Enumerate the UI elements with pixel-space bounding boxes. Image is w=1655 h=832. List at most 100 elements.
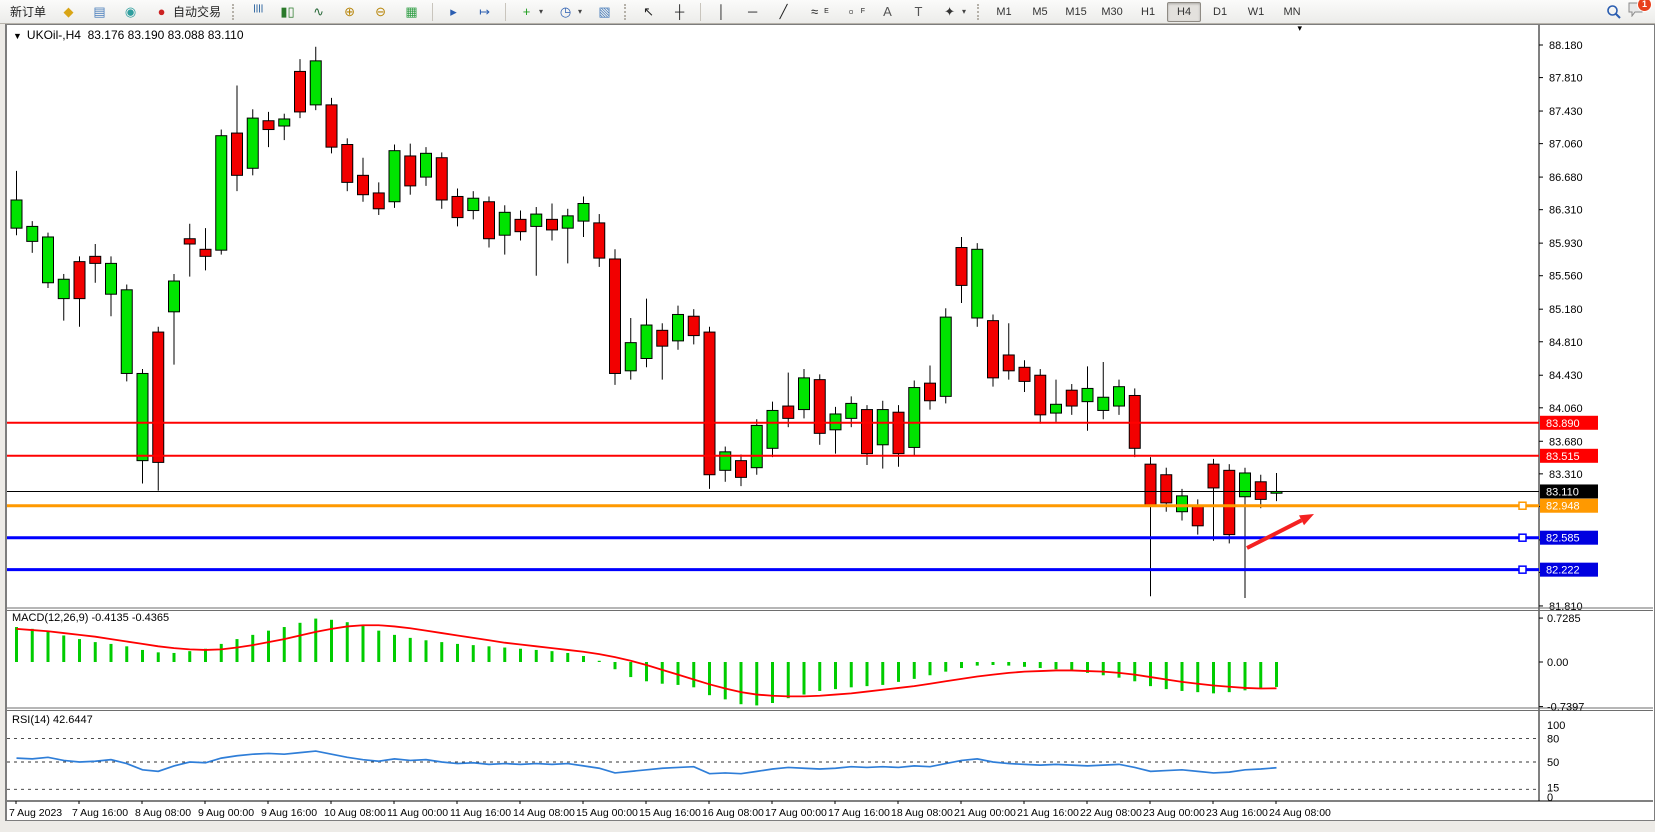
- time-axis-label[interactable]: 14 Aug 08:00: [513, 807, 575, 819]
- price-axis-label[interactable]: 84.060: [1549, 403, 1583, 415]
- time-axis-label[interactable]: 16 Aug 08:00: [702, 807, 764, 819]
- support-line-blue-1-handle[interactable]: [1519, 534, 1526, 541]
- text-icon[interactable]: A: [873, 1, 902, 23]
- timeframe-w1[interactable]: W1: [1239, 2, 1273, 22]
- price-axis-label[interactable]: 85.930: [1549, 238, 1583, 250]
- macd-axis-label[interactable]: -0.7397: [1547, 702, 1584, 714]
- time-axis-label[interactable]: 9 Aug 00:00: [198, 807, 254, 819]
- timeframe-m30[interactable]: M30: [1095, 2, 1129, 22]
- time-axis-label[interactable]: 22 Aug 08:00: [1080, 807, 1142, 819]
- price-axis-label[interactable]: 83.680: [1549, 436, 1583, 448]
- support-line-orange-handle[interactable]: [1519, 502, 1526, 509]
- timeframe-m5[interactable]: M5: [1023, 2, 1057, 22]
- macd-axis-label[interactable]: 0.00: [1547, 657, 1568, 669]
- time-axis-label[interactable]: 11 Aug 16:00: [450, 807, 511, 819]
- indicators-icon[interactable]: +▾: [512, 1, 549, 23]
- time-axis-label[interactable]: 17 Aug 00:00: [765, 807, 827, 819]
- market-watch-icon[interactable]: ▤: [85, 1, 114, 23]
- time-axis-label[interactable]: 9 Aug 16:00: [261, 807, 317, 819]
- time-axis-label[interactable]: 8 Aug 08:00: [135, 807, 191, 819]
- crosshair-icon[interactable]: ┼: [665, 1, 694, 23]
- signals-icon[interactable]: ◉: [116, 1, 145, 23]
- time-axis-label[interactable]: 23 Aug 16:00: [1206, 807, 1268, 819]
- time-axis-label[interactable]: 21 Aug 00:00: [954, 807, 1016, 819]
- support-line-blue-2-handle[interactable]: [1519, 566, 1526, 573]
- text-label-icon[interactable]: T: [904, 1, 933, 23]
- auto-scroll-icon[interactable]: ▸: [439, 1, 468, 23]
- timeframe-mn[interactable]: MN: [1275, 2, 1309, 22]
- dropdown-caret-icon[interactable]: ▾: [578, 7, 582, 16]
- rsi-axis-label[interactable]: 50: [1547, 757, 1559, 769]
- notifications-icon[interactable]: 1: [1628, 2, 1645, 22]
- zoom-in-icon[interactable]: ⊕: [335, 1, 364, 23]
- price-axis-label[interactable]: 87.060: [1549, 139, 1583, 151]
- timeframe-d1[interactable]: D1: [1203, 2, 1237, 22]
- arrows-icon[interactable]: ✦▾: [935, 1, 972, 23]
- candlestick-chart-icon[interactable]: ▮▯: [273, 1, 302, 23]
- price-axis-label[interactable]: 87.810: [1549, 73, 1583, 85]
- time-axis-label[interactable]: 7 Aug 2023: [9, 807, 62, 819]
- price-axis-label[interactable]: 85.180: [1549, 304, 1583, 316]
- vertical-line-icon[interactable]: │: [707, 1, 736, 23]
- buy-arrow-annotation-head[interactable]: [1299, 514, 1314, 525]
- periods-icon[interactable]: ◷▾: [551, 1, 588, 23]
- crosshair-icon: ┼: [671, 3, 688, 20]
- time-axis-label[interactable]: 7 Aug 16:00: [72, 807, 128, 819]
- price-axis-label[interactable]: 87.430: [1549, 106, 1583, 118]
- time-axis-label[interactable]: 10 Aug 08:00: [324, 807, 386, 819]
- templates-icon[interactable]: ▧: [590, 1, 619, 23]
- cursor-icon[interactable]: ↖: [634, 1, 663, 23]
- autotrade-button[interactable]: ●自动交易: [147, 1, 227, 23]
- horizontal-line-icon[interactable]: ─: [738, 1, 767, 23]
- line-chart-icon[interactable]: ∿: [304, 1, 333, 23]
- buy-arrow-annotation[interactable]: [1247, 520, 1302, 548]
- time-axis-label[interactable]: 11 Aug 00:00: [387, 807, 448, 819]
- timeframe-h4[interactable]: H4: [1167, 2, 1201, 22]
- price-axis-label[interactable]: 81.810: [1549, 601, 1583, 613]
- price-axis-label[interactable]: 85.560: [1549, 271, 1583, 283]
- fibonacci-icon[interactable]: ≈E: [800, 1, 835, 23]
- vertical-line-icon: │: [713, 3, 730, 20]
- search-icon[interactable]: [1606, 4, 1622, 20]
- time-axis-label[interactable]: 23 Aug 00:00: [1143, 807, 1205, 819]
- chart-canvas[interactable]: 88.180 87.810 87.430 87.060 86.680 86.310 85.9…: [7, 25, 1653, 819]
- mt4-terminal: { "toolbar": { "groups": [ {"name":"trad…: [0, 0, 1655, 832]
- timeframe-m1[interactable]: M1: [987, 2, 1021, 22]
- time-axis-label[interactable]: 17 Aug 16:00: [828, 807, 890, 819]
- price-axis-label[interactable]: 84.810: [1549, 337, 1583, 349]
- channel-icon[interactable]: ▫F: [837, 1, 871, 23]
- zoom-out-icon[interactable]: ⊖: [366, 1, 395, 23]
- time-axis-label[interactable]: 21 Aug 16:00: [1017, 807, 1079, 819]
- bar-chart-icon[interactable]: ≣: [242, 1, 271, 23]
- macd-axis-label[interactable]: 0.7285: [1547, 613, 1581, 625]
- timeframe-m15[interactable]: M15: [1059, 2, 1093, 22]
- toolbar-separator: [977, 4, 982, 20]
- dropdown-caret-icon[interactable]: ▾: [539, 7, 543, 16]
- rsi-axis-label[interactable]: 100: [1547, 720, 1565, 732]
- order-pad-icon[interactable]: ◆: [54, 1, 83, 23]
- time-axis-label[interactable]: 15 Aug 16:00: [639, 807, 701, 819]
- candle: [295, 71, 306, 112]
- price-axis-label[interactable]: 83.310: [1549, 469, 1583, 481]
- price-axis-label[interactable]: 88.180: [1549, 40, 1583, 52]
- new-order-button[interactable]: 新订单: [4, 1, 52, 23]
- chart-shift-icon[interactable]: ↦: [470, 1, 499, 23]
- time-axis-label[interactable]: 24 Aug 08:00: [1269, 807, 1331, 819]
- cursor-icon: ↖: [640, 3, 657, 20]
- chevron-down-icon[interactable]: ▼: [13, 31, 22, 41]
- tile-windows-icon[interactable]: ▦: [397, 1, 426, 23]
- time-axis-label[interactable]: 15 Aug 00:00: [576, 807, 638, 819]
- dropdown-caret-icon[interactable]: ▾: [962, 7, 966, 16]
- price-axis-label[interactable]: 86.310: [1549, 205, 1583, 217]
- price-axis-label[interactable]: 86.680: [1549, 172, 1583, 184]
- toolbar-separator: [700, 3, 701, 21]
- rsi-axis-label[interactable]: 0: [1547, 792, 1553, 804]
- price-axis-label[interactable]: 84.430: [1549, 370, 1583, 382]
- time-axis-label[interactable]: 18 Aug 08:00: [891, 807, 953, 819]
- arrows-icon: ✦: [941, 3, 958, 20]
- main-toolbar: 新订单◆▤◉●自动交易≣▮▯∿⊕⊖▦▸↦+▾◷▾▧↖┼│─╱≈E▫FAT✦▾M1…: [0, 0, 1655, 24]
- rsi-axis-label[interactable]: 80: [1547, 734, 1559, 746]
- timeframe-h1[interactable]: H1: [1131, 2, 1165, 22]
- candle: [310, 61, 321, 105]
- trendline-icon[interactable]: ╱: [769, 1, 798, 23]
